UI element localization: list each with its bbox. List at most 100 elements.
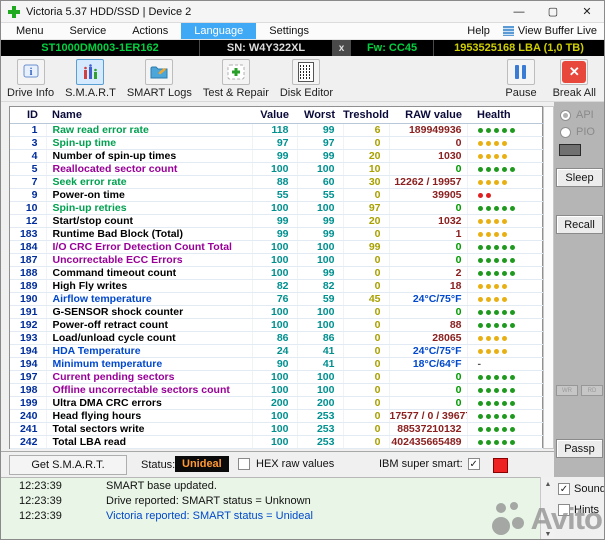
menu-item-service[interactable]: Service <box>57 23 120 39</box>
attr-worst: 253 <box>297 422 344 436</box>
smart-attribute-row[interactable]: 183 Runtime Bad Block (Total) 99 99 0 1 <box>10 227 545 241</box>
device-tab-close-icon[interactable]: x <box>333 40 350 56</box>
smart-attribute-row[interactable]: 10 Spin-up retries 100 100 97 0 <box>10 201 545 215</box>
green-cross-icon <box>221 59 250 85</box>
smart-attribute-row[interactable]: 188 Command timeout count 100 99 0 2 <box>10 266 545 280</box>
attr-treshold: 0 <box>343 253 390 267</box>
disk-editor-button[interactable]: Disk Editor <box>280 59 333 99</box>
view-buffer-live[interactable]: View Buffer Live <box>502 23 602 39</box>
attr-worst: 59 <box>297 292 344 306</box>
ibm-super-smart-checkbox[interactable]: IBM super smart: ✓ <box>379 458 480 470</box>
hints-label: Hints <box>574 504 600 516</box>
smart-attribute-row[interactable]: 4 Number of spin-up times 99 99 20 1030 <box>10 149 545 163</box>
attr-value: 100 <box>252 383 298 397</box>
attr-name: Offline uncorrectable sectors count <box>46 383 253 397</box>
scroll-up-icon[interactable]: ▲ <box>542 478 554 490</box>
pause-icon <box>506 59 535 85</box>
attr-id: 5 <box>10 162 47 176</box>
attr-raw-value: 0 <box>389 162 468 176</box>
smart-attribute-row[interactable]: 192 Power-off retract count 100 100 0 88 <box>10 318 545 332</box>
api-label: API <box>576 109 594 121</box>
passport-button[interactable]: Passp <box>556 439 603 458</box>
attr-raw-value: 24°C/75°F <box>389 292 468 306</box>
menu-item-actions[interactable]: Actions <box>119 23 181 39</box>
log-panel: 12:23:39 SMART base updated. 12:23:39 Drive… <box>1 477 540 539</box>
smart-attribute-row[interactable]: 1 Raw read error rate 118 99 6 189949936 <box>10 123 545 137</box>
hints-checkbox[interactable]: Hints <box>558 504 599 516</box>
menu-item-settings[interactable]: Settings <box>256 23 322 39</box>
attr-treshold: 97 <box>343 201 390 215</box>
disk-editor-label: Disk Editor <box>279 87 334 99</box>
pause-button[interactable]: Pause <box>505 59 537 99</box>
attr-health-dots <box>467 344 545 358</box>
attr-id: 242 <box>10 435 47 449</box>
attr-name: Load/unload cycle count <box>46 331 253 345</box>
menu-item-menu[interactable]: Menu <box>3 23 57 39</box>
attr-treshold: 0 <box>343 383 390 397</box>
smart-attribute-row[interactable]: 240 Head flying hours 100 253 0 17577 / 0 / 3… <box>10 409 545 423</box>
test-repair-button[interactable]: Test & Repair <box>203 59 269 99</box>
smart-attribute-row[interactable]: 193 Load/unload cycle count 86 86 0 28065 <box>10 331 545 345</box>
smart-logs-button[interactable]: SMART Logs <box>127 59 192 99</box>
log-scrollbar[interactable]: ▲ ▼ <box>540 477 554 539</box>
recall-button[interactable]: Recall <box>556 215 603 234</box>
pio-radio[interactable]: PIO <box>560 126 595 138</box>
smart-attribute-row[interactable]: 197 Current pending sectors 100 100 0 0 <box>10 370 545 384</box>
attr-worst: 100 <box>297 240 344 254</box>
attr-value: 100 <box>252 370 298 384</box>
pause-label: Pause <box>505 87 537 99</box>
attr-health-dots <box>467 331 545 345</box>
smart-attribute-row[interactable]: 242 Total LBA read 100 253 0 402435665489 <box>10 435 545 449</box>
attr-name: Power-on time <box>46 188 253 202</box>
attr-health-dots <box>467 175 545 189</box>
sleep-button[interactable]: Sleep <box>556 168 603 187</box>
smart-attribute-row[interactable]: 198 Offline uncorrectable sectors count 10… <box>10 383 545 397</box>
attr-value: 82 <box>252 279 298 293</box>
menu-item-help[interactable]: Help <box>454 23 503 39</box>
attr-raw-value: 0 <box>389 383 468 397</box>
maximize-icon[interactable]: ▢ <box>536 1 570 22</box>
smart-attribute-row[interactable]: 9 Power-on time 55 55 0 39905 <box>10 188 545 202</box>
menu-item-language[interactable]: Language <box>181 23 257 39</box>
hex-raw-values-checkbox[interactable]: HEX raw values <box>238 458 334 470</box>
break-all-button[interactable]: ✕ Break All <box>553 59 596 99</box>
attr-raw-value: 1 <box>389 227 468 241</box>
table-scrollbar[interactable] <box>543 106 554 449</box>
drive-info-button[interactable]: i Drive Info <box>7 59 54 99</box>
smart-button[interactable]: S.M.A.R.T <box>65 59 116 99</box>
smart-attribute-row[interactable]: 189 High Fly writes 82 82 0 18 <box>10 279 545 293</box>
smart-attribute-row[interactable]: 194 Minimum temperature 90 41 0 18°C/64°F - <box>10 357 545 371</box>
smart-chart-icon <box>76 59 105 85</box>
api-radio[interactable]: API <box>560 109 594 121</box>
attr-id: 12 <box>10 214 47 228</box>
smart-attribute-row[interactable]: 241 Total sectors write 100 253 0 88537210132 <box>10 422 545 436</box>
attr-raw-value: 17577 / 0 / 39677 <box>389 409 468 423</box>
smart-attribute-row[interactable]: 199 Ultra DMA CRC errors 200 200 0 0 <box>10 396 545 410</box>
api-radio-icon <box>560 109 571 121</box>
smart-attribute-row[interactable]: 184 I/O CRC Error Detection Count Total 10… <box>10 240 545 254</box>
smart-attribute-row[interactable]: 191 G-SENSOR shock counter 100 100 0 0 <box>10 305 545 319</box>
minimize-icon[interactable]: — <box>502 1 536 22</box>
scroll-down-icon[interactable]: ▼ <box>542 528 554 539</box>
smart-attribute-row[interactable]: 5 Reallocated sector count 100 100 10 0 <box>10 162 545 176</box>
log-message: Drive reported: SMART status = Unknown <box>106 495 311 507</box>
smart-attribute-row[interactable]: 7 Seek error rate 88 60 30 12262 / 19957 <box>10 175 545 189</box>
smart-attribute-row[interactable]: 12 Start/stop count 99 99 20 1032 <box>10 214 545 228</box>
smart-attribute-row[interactable]: 187 Uncorrectable ECC Errors 100 100 0 0 <box>10 253 545 267</box>
smart-attribute-row[interactable]: 190 Airflow temperature 76 59 45 24°C/75°F <box>10 292 545 306</box>
rd-mini-button[interactable]: RD <box>581 385 603 396</box>
close-icon[interactable]: ✕ <box>570 1 604 22</box>
smart-attribute-row[interactable]: 194 HDA Temperature 24 41 0 24°C/75°F <box>10 344 545 358</box>
header-value: Value <box>252 107 297 124</box>
wr-mini-button[interactable]: WR <box>556 385 578 396</box>
attr-worst: 97 <box>297 136 344 150</box>
attr-raw-value: 88 <box>389 318 468 332</box>
menu-bar: Menu Service Actions Language Settings H… <box>1 23 604 40</box>
get-smart-button[interactable]: Get S.M.A.R.T. <box>9 455 127 475</box>
sound-checkbox[interactable]: ✓ Sound <box>558 483 605 495</box>
attr-value: 100 <box>252 305 298 319</box>
attr-id: 241 <box>10 422 47 436</box>
sound-label: Sound <box>574 483 605 495</box>
smart-attribute-row[interactable]: 3 Spin-up time 97 97 0 0 <box>10 136 545 150</box>
attr-name: Number of spin-up times <box>46 149 253 163</box>
